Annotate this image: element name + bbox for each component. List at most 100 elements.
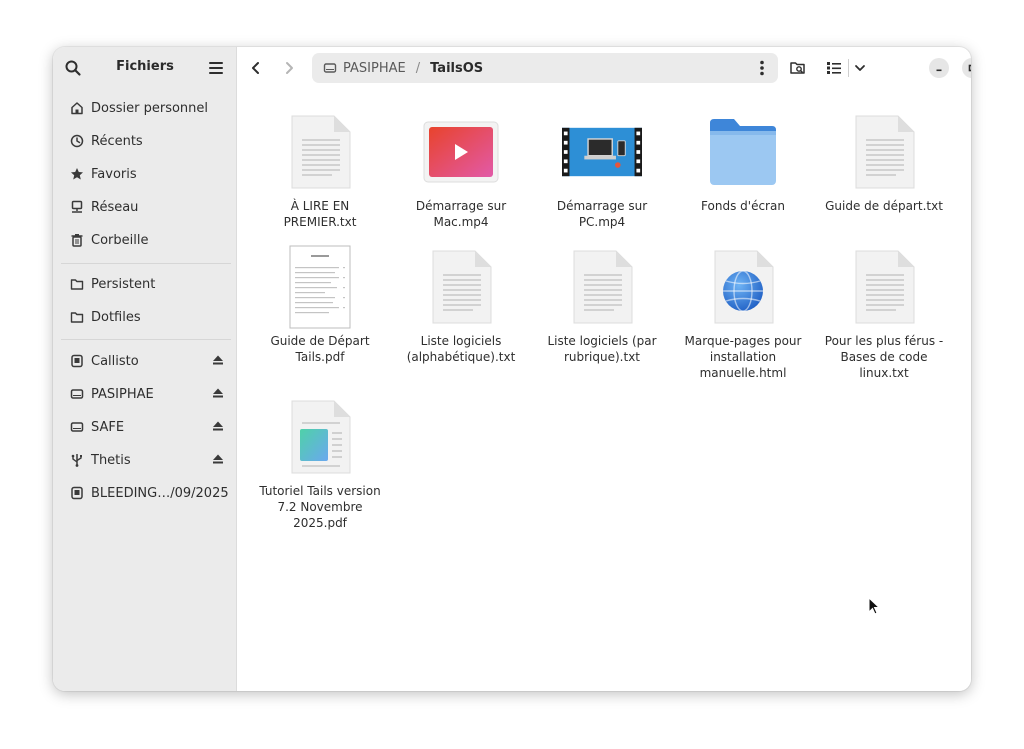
- pdf-file-icon: [280, 245, 360, 329]
- text-file-icon: [844, 247, 924, 327]
- sidebar-item-persistent[interactable]: Persistent: [63, 271, 231, 297]
- chevron-right-icon: [286, 62, 293, 74]
- maximize-button[interactable]: [962, 58, 971, 78]
- file-item[interactable]: Tutoriel Tails version 7.2 Novembre 2025…: [255, 397, 385, 531]
- more-options-icon[interactable]: [754, 59, 770, 77]
- list-view-icon: [827, 62, 841, 74]
- sidebar-item-label: PASIPHAE: [91, 386, 154, 402]
- sidebar-item-label: Réseau: [91, 199, 139, 215]
- sidebar-item-label: Corbeille: [91, 232, 149, 248]
- text-file-icon: [280, 112, 360, 192]
- folder-icon: [703, 112, 783, 192]
- sidebar-item-label: Favoris: [91, 166, 137, 182]
- video-file-icon: [562, 112, 642, 192]
- sidebar-item-recent[interactable]: Récents: [63, 128, 231, 154]
- file-item[interactable]: Liste logiciels (alphabétique).txt: [396, 247, 526, 365]
- sidebar-divider: [61, 339, 231, 340]
- eject-icon[interactable]: [211, 386, 225, 400]
- sidebar-item-home[interactable]: Dossier personnel: [63, 95, 231, 121]
- home-icon: [69, 100, 85, 116]
- mouse-cursor-icon: [868, 597, 880, 615]
- sidebar-item-label: Callisto: [91, 353, 139, 369]
- eject-icon[interactable]: [211, 419, 225, 433]
- file-manager-window: Fichiers Dossier personnel Récents Favor…: [53, 47, 971, 691]
- file-item[interactable]: Pour les plus férus - Bases de code linu…: [819, 247, 949, 381]
- text-file-icon: [562, 247, 642, 327]
- file-item[interactable]: Démarrage sur Mac.mp4: [396, 112, 526, 230]
- sidebar: Fichiers Dossier personnel Récents Favor…: [53, 47, 237, 691]
- path-separator: /: [415, 60, 421, 76]
- sidebar-item-safe[interactable]: SAFE: [63, 414, 231, 440]
- html-file-icon: [703, 247, 783, 327]
- eject-icon[interactable]: [211, 452, 225, 466]
- sidebar-item-label: Dossier personnel: [91, 100, 209, 116]
- file-name: Fonds d'écran: [701, 199, 785, 213]
- forward-button[interactable]: [278, 57, 300, 79]
- file-name: Démarrage sur Mac.mp4: [415, 199, 507, 229]
- chevron-left-icon: [252, 62, 259, 74]
- file-item[interactable]: À LIRE EN PREMIER.txt: [255, 112, 385, 230]
- drive-icon: [323, 61, 337, 75]
- folder-search-icon: [790, 62, 805, 74]
- clock-icon: [69, 133, 85, 149]
- header-bar: PASIPHAE / TailsOS: [237, 47, 971, 89]
- view-options-button[interactable]: [849, 57, 871, 79]
- sidebar-item-trash[interactable]: Corbeille: [63, 227, 231, 253]
- network-icon: [69, 199, 85, 215]
- chevron-down-icon: [855, 65, 865, 71]
- sidebar-item-dotfiles[interactable]: Dotfiles: [63, 304, 231, 330]
- drive-icon: [69, 419, 85, 435]
- app-title: Fichiers: [116, 59, 174, 74]
- text-file-icon: [421, 247, 501, 327]
- file-name: Guide de Départ Tails.pdf: [270, 334, 370, 364]
- path-segment-current[interactable]: TailsOS: [430, 61, 483, 76]
- path-segment-drive[interactable]: PASIPHAE: [343, 61, 406, 76]
- file-item[interactable]: Guide de Départ Tails.pdf: [255, 245, 385, 365]
- file-name: Marque-pages pour installation manuelle.…: [684, 334, 802, 380]
- sidebar-item-network[interactable]: Réseau: [63, 194, 231, 220]
- minimize-icon: [936, 69, 942, 72]
- text-file-icon: [844, 112, 924, 192]
- sidebar-item-starred[interactable]: Favoris: [63, 161, 231, 187]
- file-item[interactable]: Marque-pages pour installation manuelle.…: [678, 247, 808, 381]
- star-icon: [69, 166, 85, 182]
- folder-icon: [69, 309, 85, 325]
- file-name: Liste logiciels (par rubrique).txt: [547, 334, 657, 364]
- trash-icon: [69, 232, 85, 248]
- file-item[interactable]: Liste logiciels (par rubrique).txt: [537, 247, 667, 365]
- sidebar-item-callisto[interactable]: Callisto: [63, 348, 231, 374]
- eject-icon[interactable]: [211, 353, 225, 367]
- minimize-button[interactable]: [929, 58, 949, 78]
- back-button[interactable]: [245, 57, 267, 79]
- video-file-icon: [421, 112, 501, 192]
- sidebar-item-label: SAFE: [91, 419, 125, 435]
- hamburger-menu-icon[interactable]: [207, 59, 225, 77]
- drive-icon: [69, 353, 85, 369]
- maximize-icon: [968, 64, 971, 72]
- sidebar-item-pasiphae[interactable]: PASIPHAE: [63, 381, 231, 407]
- sidebar-item-label: Dotfiles: [91, 309, 141, 325]
- path-bar[interactable]: PASIPHAE / TailsOS: [312, 53, 778, 83]
- search-icon[interactable]: [64, 59, 82, 77]
- sidebar-item-thetis[interactable]: Thetis: [63, 447, 231, 473]
- file-name: Liste logiciels (alphabétique).txt: [406, 334, 516, 364]
- sidebar-header: Fichiers: [53, 47, 237, 89]
- sidebar-divider: [61, 263, 231, 264]
- sidebar-item-bleeding[interactable]: BLEEDING…/09/2025: [63, 480, 231, 506]
- view-list-button[interactable]: [823, 57, 845, 79]
- file-item[interactable]: Fonds d'écran: [678, 112, 808, 214]
- file-item[interactable]: Démarrage sur PC.mp4: [537, 112, 667, 230]
- folder-icon: [69, 276, 85, 292]
- usb-icon: [69, 452, 85, 468]
- drive-icon: [69, 485, 85, 501]
- file-name: À LIRE EN PREMIER.txt: [283, 199, 357, 229]
- sidebar-item-label: Persistent: [91, 276, 156, 292]
- sidebar-item-label: Récents: [91, 133, 143, 149]
- search-in-folder-button[interactable]: [787, 57, 809, 79]
- file-name: Guide de départ.txt: [825, 199, 943, 213]
- file-name: Tutoriel Tails version 7.2 Novembre 2025…: [259, 484, 381, 530]
- file-name: Démarrage sur PC.mp4: [556, 199, 648, 229]
- sidebar-item-label: Thetis: [91, 452, 131, 468]
- file-item[interactable]: Guide de départ.txt: [819, 112, 949, 214]
- drive-icon: [69, 386, 85, 402]
